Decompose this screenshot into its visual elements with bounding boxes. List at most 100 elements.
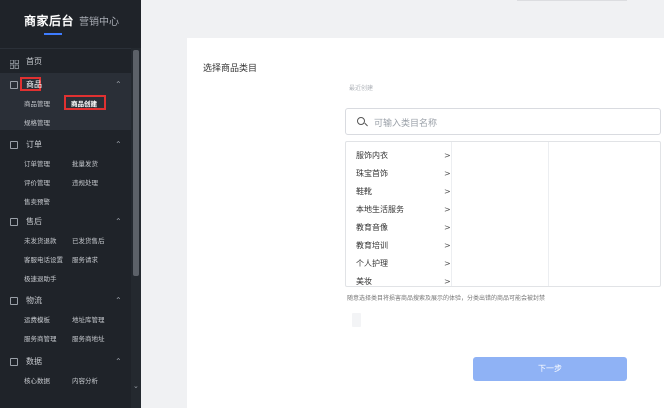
nav-aftersale-label: 售后 — [26, 217, 42, 226]
nav-goods-create[interactable]: 商品创建 — [71, 95, 97, 114]
chevron-down-icon[interactable]: ⌄ — [133, 382, 139, 390]
sidebar: 商家后台 营销中心 首页 商品 ⌃ 商品管理 商品创建 规格管理 订单 ⌃ 订单… — [0, 0, 141, 408]
chevron-right-icon: > — [444, 259, 451, 268]
nav-logistics-row-2: 服务商管理 服务商地址 — [0, 330, 131, 349]
nav-section-logistics: 物流 ⌃ 运费模板 地址库管理 服务商管理 服务商地址 — [0, 291, 131, 349]
nav-logistics-row-1: 运费模板 地址库管理 — [0, 311, 131, 330]
category-label: 珠宝首饰 — [356, 169, 388, 178]
category-label: 教育音像 — [356, 223, 388, 232]
nav-order-row-3: 售卖预警 — [0, 193, 131, 212]
top-bar — [141, 0, 664, 34]
category-label: 本地生活服务 — [356, 205, 404, 214]
nav-goods-row-2: 规格管理 — [0, 114, 131, 133]
nav-goods-row-1: 商品管理 商品创建 — [0, 95, 131, 114]
category-label: 美妆 — [356, 277, 372, 286]
nav-order-row-1: 订单管理 批量发货 — [0, 155, 131, 174]
chevron-right-icon: > — [444, 241, 451, 250]
nav-logistics-label: 物流 — [26, 296, 42, 305]
nav-aftersale-row-3: 极速退助手 — [0, 270, 131, 289]
brand-title[interactable]: 商家后台 — [24, 12, 74, 29]
marketing-center-tab[interactable]: 营销中心 — [79, 13, 119, 28]
category-item[interactable]: 服饰内衣 > — [356, 146, 452, 165]
bag-icon — [10, 81, 18, 89]
grid-icon — [9, 57, 19, 69]
top-divider — [517, 0, 627, 1]
nav-aftersale[interactable]: 售后 ⌃ — [0, 212, 131, 232]
chevron-right-icon: > — [444, 223, 451, 232]
nav-home[interactable]: 首页 — [0, 52, 141, 72]
category-column-level-1[interactable]: 服饰内衣 > 珠宝首饰 > 鞋靴 > 本地生活服务 > 教育音像 > 教育培训 > 个人护理… — [346, 142, 452, 286]
nav-core-data[interactable]: 核心数据 — [24, 372, 50, 391]
nav-freight-template[interactable]: 运费模板 — [24, 311, 50, 330]
nav-service-phone[interactable]: 客服电话设置 — [24, 251, 63, 270]
nav-unshipped-refund[interactable]: 未发货退款 — [24, 232, 57, 251]
sidebar-header: 商家后台 营销中心 — [0, 0, 141, 48]
nav-spec-manage[interactable]: 规格管理 — [24, 114, 50, 133]
aftersale-icon — [10, 218, 18, 226]
chevron-right-icon: > — [444, 151, 451, 160]
active-tab-indicator — [44, 33, 62, 35]
nav-review-manage[interactable]: 评价管理 — [24, 174, 50, 193]
category-item[interactable]: 个人护理 > — [356, 254, 452, 273]
nav-address-library[interactable]: 地址库管理 — [72, 311, 105, 330]
nav-service-request[interactable]: 服务请求 — [72, 251, 98, 270]
nav-order-row-2: 评价管理 违规处理 — [0, 174, 131, 193]
next-step-button[interactable]: 下一步 — [473, 357, 627, 381]
category-label: 教育培训 — [356, 241, 388, 250]
category-warning-tip: 随意选择类目将损害商品搜索及展示的体验，分类出错的商品可能会被封禁 — [347, 295, 546, 302]
nav-data-label: 数据 — [26, 357, 42, 366]
category-item[interactable]: 教育培训 > — [356, 236, 452, 255]
nav-goods-manage[interactable]: 商品管理 — [24, 95, 50, 114]
category-item[interactable]: 本地生活服务 > — [356, 200, 452, 219]
category-item[interactable]: 美妆 > — [356, 272, 452, 291]
nav-batch-ship[interactable]: 批量发货 — [72, 155, 98, 174]
nav-content-analysis[interactable]: 内容分析 — [72, 372, 98, 391]
chevron-right-icon: > — [444, 169, 451, 178]
nav-goods-label: 商品 — [26, 80, 42, 89]
chevron-up-icon[interactable]: ⌃ — [115, 212, 122, 232]
chevron-up-icon[interactable]: ⌃ — [115, 352, 122, 372]
category-item[interactable]: 珠宝首饰 > — [356, 164, 452, 183]
nav-aftersale-row-2: 客服电话设置 服务请求 — [0, 251, 131, 270]
nav-order-manage[interactable]: 订单管理 — [24, 155, 50, 174]
order-icon — [10, 141, 18, 149]
search-placeholder: 可输入类目名称 — [374, 119, 438, 129]
category-column-level-3[interactable] — [549, 142, 660, 286]
nav-data[interactable]: 数据 ⌃ — [0, 352, 131, 372]
chevron-up-icon[interactable]: ⌃ — [115, 135, 122, 155]
nav-logistics[interactable]: 物流 ⌃ — [0, 291, 131, 311]
chevron-up-icon[interactable]: ⌃ — [115, 75, 122, 95]
page-title: 选择商品类目 — [203, 64, 258, 74]
nav-section-order: 订单 ⌃ 订单管理 批量发货 评价管理 违规处理 售卖预警 — [0, 135, 131, 212]
chevron-right-icon: > — [444, 205, 451, 214]
category-label: 个人护理 — [356, 259, 388, 268]
nav-sale-warning[interactable]: 售卖预警 — [24, 193, 50, 212]
nav-section-data: 数据 ⌃ 核心数据 内容分析 — [0, 352, 131, 391]
category-column-level-2[interactable] — [452, 142, 549, 286]
nav-data-row-1: 核心数据 内容分析 — [0, 372, 131, 391]
placeholder-box — [352, 313, 361, 327]
content-panel: 选择商品类目 最近创建 可输入类目名称 服饰内衣 > 珠宝首饰 > 鞋靴 > 本地生活… — [187, 38, 664, 408]
chart-icon — [10, 358, 18, 366]
chevron-up-icon[interactable]: ⌃ — [115, 291, 122, 311]
nav-home-label: 首页 — [26, 57, 42, 66]
nav-provider-address[interactable]: 服务商地址 — [72, 330, 105, 349]
nav-provider-manage[interactable]: 服务商管理 — [24, 330, 57, 349]
main-area: 选择商品类目 最近创建 可输入类目名称 服饰内衣 > 珠宝首饰 > 鞋靴 > 本地生活… — [141, 0, 664, 408]
category-label: 鞋靴 — [356, 187, 372, 196]
truck-icon — [10, 297, 18, 305]
sidebar-scrollbar-thumb[interactable] — [133, 50, 139, 276]
nav-section-aftersale: 售后 ⌃ 未发货退款 已发货售后 客服电话设置 服务请求 极速退助手 — [0, 212, 131, 289]
category-item[interactable]: 鞋靴 > — [356, 182, 452, 201]
category-label: 服饰内衣 — [356, 151, 388, 160]
nav-aftersale-row-1: 未发货退款 已发货售后 — [0, 232, 131, 251]
category-item[interactable]: 教育音像 > — [356, 218, 452, 237]
nav-violation[interactable]: 违规处理 — [72, 174, 98, 193]
nav-shipped-aftersale[interactable]: 已发货售后 — [72, 232, 105, 251]
nav-section-goods: 商品 ⌃ 商品管理 商品创建 规格管理 — [0, 75, 131, 133]
chevron-right-icon: > — [444, 277, 451, 286]
nav-goods[interactable]: 商品 ⌃ — [0, 75, 131, 95]
category-search-input[interactable]: 可输入类目名称 — [345, 108, 661, 135]
nav-order[interactable]: 订单 ⌃ — [0, 135, 131, 155]
nav-fast-refund[interactable]: 极速退助手 — [24, 270, 57, 289]
